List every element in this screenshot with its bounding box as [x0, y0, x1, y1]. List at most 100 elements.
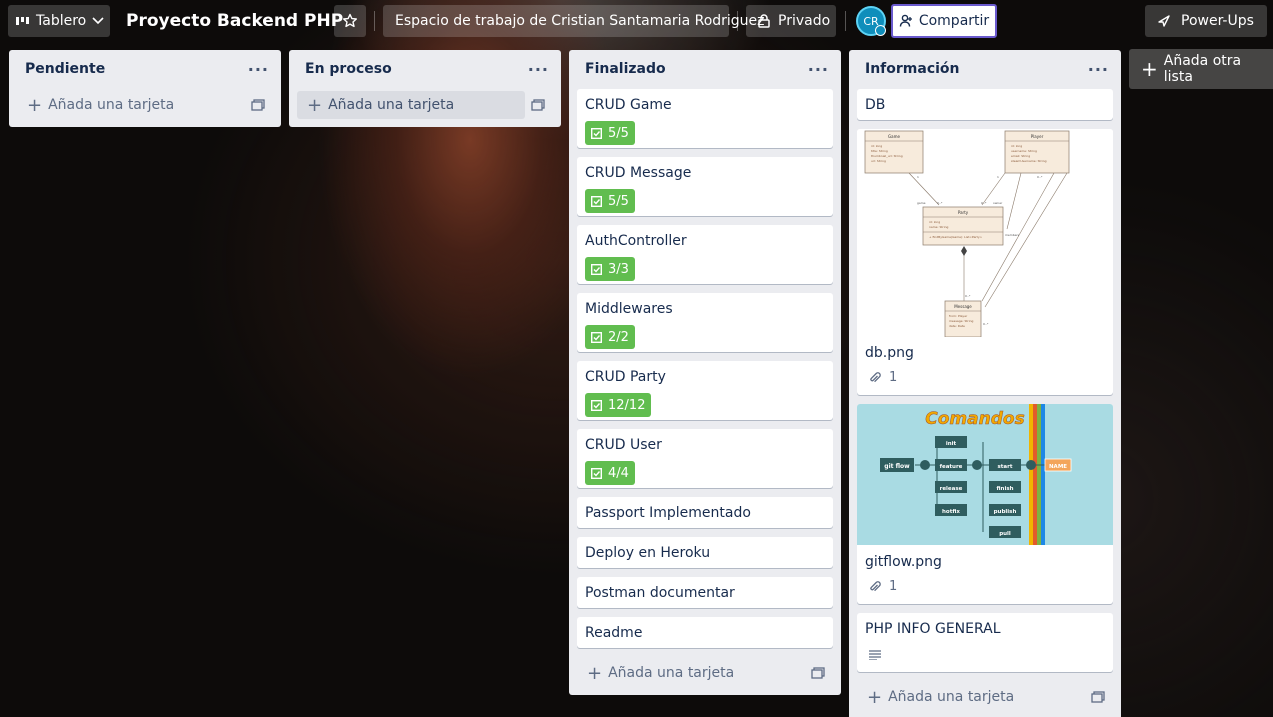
plus-icon: +	[1141, 57, 1158, 81]
checklist-icon	[591, 127, 602, 139]
card-crud-party[interactable]: CRUD Party 12/12	[577, 361, 833, 420]
avatar[interactable]: CR	[856, 6, 886, 36]
list-header[interactable]: En proceso ···	[289, 50, 561, 88]
uml-mult-5: 0..*	[1037, 175, 1043, 179]
uml-message-field-2: message: String	[949, 319, 973, 323]
card-php-info[interactable]: PHP INFO GENERAL	[857, 613, 1113, 672]
card-crud-game[interactable]: CRUD Game 5/5	[577, 89, 833, 148]
view-switcher-button[interactable]: Tablero	[8, 5, 110, 37]
list-menu-icon[interactable]: ···	[528, 60, 549, 79]
power-ups-label: Power-Ups	[1181, 13, 1254, 29]
card-title: Postman documentar	[585, 585, 735, 601]
list-header[interactable]: Pendiente ···	[9, 50, 281, 88]
add-card-button[interactable]: + Añada una tarjeta	[297, 90, 553, 120]
checklist-count: 5/5	[608, 125, 629, 141]
visibility-button[interactable]: Privado	[746, 5, 836, 37]
uml-player-field-3: email: String	[1011, 154, 1030, 158]
card-title: Readme	[585, 625, 643, 641]
star-icon	[343, 13, 357, 28]
list-menu-icon[interactable]: ···	[1088, 60, 1109, 79]
card-readme[interactable]: Readme	[577, 617, 833, 648]
chevron-down-icon	[92, 17, 104, 25]
card-authcontroller[interactable]: AuthController 3/3	[577, 225, 833, 284]
gitflow-heading: Comandos	[925, 409, 1024, 429]
gitflow-hotfix: hotfix	[942, 509, 960, 515]
checklist-icon	[591, 195, 602, 207]
visibility-label: Privado	[778, 13, 831, 29]
card-deploy-heroku[interactable]: Deploy en Heroku	[577, 537, 833, 568]
checklist-badge: 5/5	[585, 121, 635, 145]
card-postman[interactable]: Postman documentar	[577, 577, 833, 608]
uml-mult-4: 0..*	[981, 201, 987, 205]
card-db[interactable]: DB	[857, 89, 1113, 120]
uml-game-field-4: url: String	[871, 159, 886, 163]
checklist-icon	[591, 467, 602, 479]
rocket-icon	[1158, 15, 1170, 27]
list-title[interactable]: Finalizado	[585, 61, 666, 77]
card-crud-message[interactable]: CRUD Message 5/5	[577, 157, 833, 216]
checklist-count: 3/3	[608, 261, 629, 277]
plus-icon: +	[867, 686, 883, 708]
header-divider	[737, 11, 738, 31]
card-title: PHP INFO GENERAL	[865, 621, 1001, 637]
share-label: Compartir	[918, 13, 990, 29]
description-badge	[865, 648, 1105, 664]
checklist-badge: 5/5	[585, 189, 635, 213]
uml-mult-2: 0..*	[937, 201, 943, 205]
card-title: Middlewares	[585, 301, 673, 317]
list-en-proceso: En proceso ··· + Añada una tarjeta	[289, 50, 561, 127]
list-menu-icon[interactable]: ···	[248, 60, 269, 79]
uml-game-field-2: title: String	[871, 149, 888, 153]
uml-mult-7: 0..*	[983, 322, 989, 326]
description-icon	[869, 650, 881, 661]
template-icon[interactable]	[1091, 691, 1105, 703]
add-card-button[interactable]: + Añada una tarjeta	[17, 90, 273, 120]
list-title[interactable]: Información	[865, 61, 960, 77]
power-ups-button[interactable]: Power-Ups	[1145, 5, 1267, 37]
card-body: gitflow.png 1	[865, 553, 942, 594]
card-cover-image: Comandos git flow init feature release h…	[857, 404, 1113, 545]
gitflow-release: release	[940, 486, 963, 492]
card-gitflow-png[interactable]: Comandos git flow init feature release h…	[857, 404, 1113, 604]
gitflow-image: Comandos git flow init feature release h…	[880, 404, 1072, 545]
card-body: db.png 1	[865, 344, 914, 385]
list-title[interactable]: Pendiente	[25, 61, 105, 77]
gitflow-cmd: git flow	[884, 463, 910, 470]
admin-badge-icon	[875, 25, 886, 36]
list-finalizado: Finalizado ··· CRUD Game 5/5 CRUD Messag…	[569, 50, 841, 695]
uml-class-game: Game	[888, 134, 900, 139]
card-db-png[interactable]: Game id: long title: String thumbnail_ur…	[857, 129, 1113, 395]
attachment-count: 1	[889, 579, 898, 594]
checklist-badge: 4/4	[585, 461, 635, 485]
share-button[interactable]: Compartir	[891, 4, 997, 38]
template-icon[interactable]	[251, 99, 265, 111]
list-header[interactable]: Finalizado ···	[569, 50, 841, 88]
workspace-button[interactable]: Espacio de trabajo de Cristian Santamari…	[383, 5, 765, 37]
paperclip-icon	[870, 371, 881, 382]
attachment-count: 1	[889, 370, 898, 385]
paperclip-icon	[870, 580, 881, 591]
card-cover-image: Game id: long title: String thumbnail_ur…	[857, 129, 1113, 337]
add-card-button[interactable]: + Añada una tarjeta	[857, 682, 1113, 712]
add-card-button[interactable]: + Añada una tarjeta	[577, 658, 833, 688]
list-header[interactable]: Información ···	[849, 50, 1121, 88]
gitflow-publish: publish	[994, 509, 1017, 515]
star-button[interactable]	[334, 5, 366, 37]
add-card-label: Añada una tarjeta	[888, 689, 1015, 705]
card-crud-user[interactable]: CRUD User 4/4	[577, 429, 833, 488]
list-title[interactable]: En proceso	[305, 61, 392, 77]
template-icon[interactable]	[531, 99, 545, 111]
plus-icon: +	[307, 94, 323, 116]
card-passport[interactable]: Passport Implementado	[577, 497, 833, 528]
uml-label-owner: owner	[993, 201, 1003, 205]
add-list-button[interactable]: + Añada otra lista	[1129, 49, 1273, 89]
uml-party-field-1: id: long	[929, 220, 940, 224]
list-menu-icon[interactable]: ···	[808, 60, 829, 79]
board-title[interactable]: Proyecto Backend PHP	[126, 5, 343, 37]
template-icon[interactable]	[811, 667, 825, 679]
plus-icon: +	[27, 94, 43, 116]
gitflow-finish: finish	[996, 486, 1013, 492]
add-card-label: Añada una tarjeta	[608, 665, 735, 681]
list-pendiente: Pendiente ··· + Añada una tarjeta	[9, 50, 281, 127]
card-middlewares[interactable]: Middlewares 2/2	[577, 293, 833, 352]
